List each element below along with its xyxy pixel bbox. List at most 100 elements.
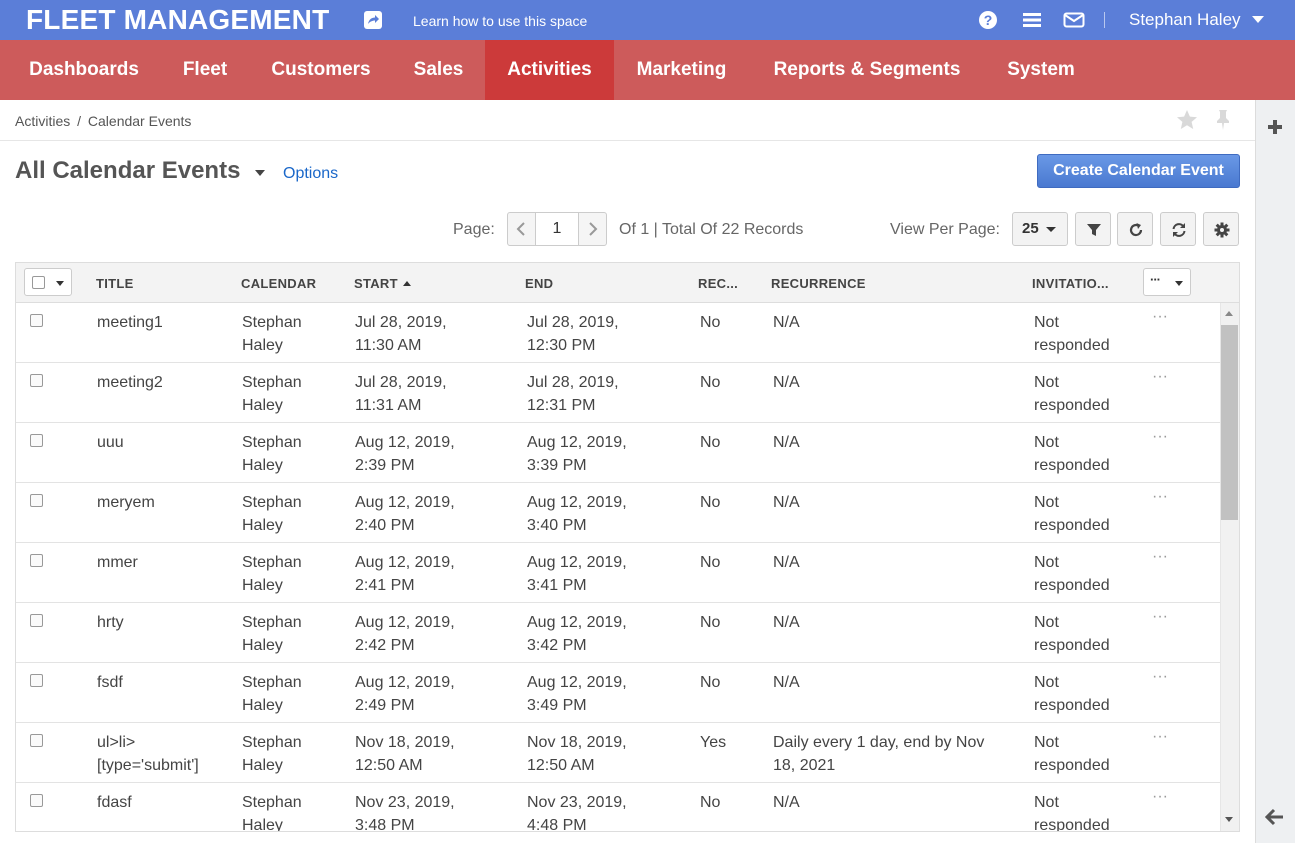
cell-end-line: 3:42 PM <box>527 637 587 654</box>
cell-recurrence-line: N/A <box>773 674 800 691</box>
cell-title: meeting2 <box>97 371 163 394</box>
row-actions-icon[interactable]: ··· <box>1152 369 1168 385</box>
cell-start-line: Jul 28, 2019, <box>355 374 447 391</box>
cell-recurrence: N/A <box>773 551 800 574</box>
table-row[interactable]: uuu Stephan Haley Aug 12, 2019, 2:39 PM Aug 1… <box>16 423 1220 483</box>
column-header-title[interactable]: TITLE <box>96 276 134 292</box>
row-checkbox[interactable] <box>30 494 43 507</box>
options-link[interactable]: Options <box>283 165 338 183</box>
row-checkbox[interactable] <box>30 314 43 327</box>
cell-end-line: 12:31 PM <box>527 397 596 414</box>
cell-calendar-line: Stephan <box>242 314 302 331</box>
mail-icon[interactable] <box>1063 10 1085 30</box>
column-header-recurrence[interactable]: RECURRENCE <box>771 276 866 292</box>
row-actions-icon[interactable]: ··· <box>1152 789 1168 805</box>
learn-link[interactable]: Learn how to use this space <box>413 12 587 30</box>
row-checkbox[interactable] <box>30 794 43 807</box>
pager-prev-button[interactable] <box>507 212 535 246</box>
arrow-left-icon[interactable] <box>1264 807 1285 827</box>
cell-invitation: Not responded <box>1034 431 1110 477</box>
table-row[interactable]: fdasf Stephan Haley Nov 23, 2019, 3:48 PM Nov… <box>16 783 1220 832</box>
row-checkbox[interactable] <box>30 734 43 747</box>
column-header-calendar[interactable]: CALENDAR <box>241 276 316 292</box>
cell-end-line: 3:39 PM <box>527 457 587 474</box>
column-manager-button[interactable]: ··· <box>1143 268 1191 296</box>
cell-calendar-line: Haley <box>242 757 283 774</box>
cell-calendar-line: Haley <box>242 817 283 832</box>
scrollbar-thumb[interactable] <box>1221 325 1238 520</box>
row-checkbox[interactable] <box>30 674 43 687</box>
chevron-down-icon[interactable] <box>1252 16 1264 23</box>
nav-item-system[interactable]: System <box>985 40 1097 100</box>
app-brand[interactable]: FLEET MANAGEMENT <box>26 4 329 36</box>
top-bar: FLEET MANAGEMENT Learn how to use this s… <box>0 0 1295 40</box>
table-row[interactable]: meryem Stephan Haley Aug 12, 2019, 2:40 PM Au… <box>16 483 1220 543</box>
breadcrumb-separator: / <box>77 113 82 129</box>
cell-invitation-line: responded <box>1034 457 1110 474</box>
cell-recurring: No <box>700 674 721 691</box>
scroll-down-icon[interactable] <box>1225 817 1233 822</box>
nav-item-customers[interactable]: Customers <box>250 40 392 100</box>
reset-button[interactable] <box>1117 212 1153 246</box>
cell-calendar: Stephan Haley <box>242 311 302 357</box>
table-row[interactable]: meeting1 Stephan Haley Jul 28, 2019, 11:30 A… <box>16 303 1220 363</box>
table-row[interactable]: meeting2 Stephan Haley Jul 28, 2019, 11:31 A… <box>16 363 1220 423</box>
select-all-checkbox[interactable] <box>32 276 45 289</box>
pager-next-button[interactable] <box>579 212 607 246</box>
column-header-invitation[interactable]: INVITATIO... <box>1032 276 1109 292</box>
create-calendar-event-button[interactable]: Create Calendar Event <box>1037 154 1240 188</box>
share-icon[interactable] <box>364 11 382 29</box>
refresh-button[interactable] <box>1160 212 1196 246</box>
nav-item-sales[interactable]: Sales <box>392 40 485 100</box>
cell-recurring: Yes <box>700 734 727 751</box>
breadcrumb-divider <box>0 140 1255 141</box>
cell-calendar-line: Stephan <box>242 734 302 751</box>
cell-end-line: Aug 12, 2019, <box>527 614 627 631</box>
table-row[interactable]: ul>li> [type='submit'] Stephan Haley Nov 18,… <box>16 723 1220 783</box>
column-header-end[interactable]: END <box>525 276 553 292</box>
cell-invitation-line: responded <box>1034 337 1110 354</box>
row-actions-icon[interactable]: ··· <box>1152 549 1168 565</box>
breadcrumb-parent[interactable]: Activities <box>15 113 70 129</box>
column-header-start[interactable]: START <box>354 276 411 292</box>
chevron-down-icon[interactable] <box>255 170 265 176</box>
column-header-recurring[interactable]: REC... <box>698 276 738 292</box>
filter-button[interactable] <box>1075 212 1111 246</box>
chevron-down-icon[interactable] <box>56 281 64 286</box>
cell-title-line: uuu <box>97 434 124 451</box>
plus-icon[interactable] <box>1265 117 1285 137</box>
nav-item-reports-segments[interactable]: Reports & Segments <box>749 40 985 100</box>
star-icon[interactable] <box>1175 108 1199 132</box>
cell-start: Aug 12, 2019, 2:40 PM <box>355 491 455 537</box>
row-checkbox[interactable] <box>30 434 43 447</box>
pin-icon[interactable] <box>1212 108 1234 132</box>
row-checkbox[interactable] <box>30 554 43 567</box>
settings-button[interactable] <box>1203 212 1239 246</box>
row-actions-icon[interactable]: ··· <box>1152 609 1168 625</box>
page-title[interactable]: All Calendar Events <box>15 157 240 185</box>
nav-item-marketing[interactable]: Marketing <box>614 40 749 100</box>
row-actions-icon[interactable]: ··· <box>1152 669 1168 685</box>
user-menu[interactable]: Stephan Haley <box>1129 10 1241 30</box>
hamburger-menu-icon[interactable] <box>1022 10 1042 30</box>
page-number-input[interactable]: 1 <box>535 212 579 246</box>
select-all-dropdown[interactable] <box>24 268 72 296</box>
nav-item-activities[interactable]: Activities <box>485 40 614 100</box>
table-row[interactable]: fsdf Stephan Haley Aug 12, 2019, 2:49 PM Aug … <box>16 663 1220 723</box>
cell-title: fdasf <box>97 791 132 814</box>
row-checkbox[interactable] <box>30 374 43 387</box>
row-actions-icon[interactable]: ··· <box>1152 729 1168 745</box>
cell-calendar-line: Haley <box>242 457 283 474</box>
row-actions-icon[interactable]: ··· <box>1152 489 1168 505</box>
cell-recurrence: N/A <box>773 671 800 694</box>
row-checkbox[interactable] <box>30 614 43 627</box>
table-row[interactable]: mmer Stephan Haley Aug 12, 2019, 2:41 PM Aug … <box>16 543 1220 603</box>
row-actions-icon[interactable]: ··· <box>1152 309 1168 325</box>
view-per-page-select[interactable]: 25 <box>1012 212 1068 246</box>
row-actions-icon[interactable]: ··· <box>1152 429 1168 445</box>
scroll-up-icon[interactable] <box>1225 311 1233 316</box>
table-row[interactable]: hrty Stephan Haley Aug 12, 2019, 2:42 PM Aug … <box>16 603 1220 663</box>
help-icon[interactable]: ? <box>978 10 998 30</box>
nav-item-fleet[interactable]: Fleet <box>160 40 250 100</box>
nav-item-dashboards[interactable]: Dashboards <box>8 40 160 100</box>
